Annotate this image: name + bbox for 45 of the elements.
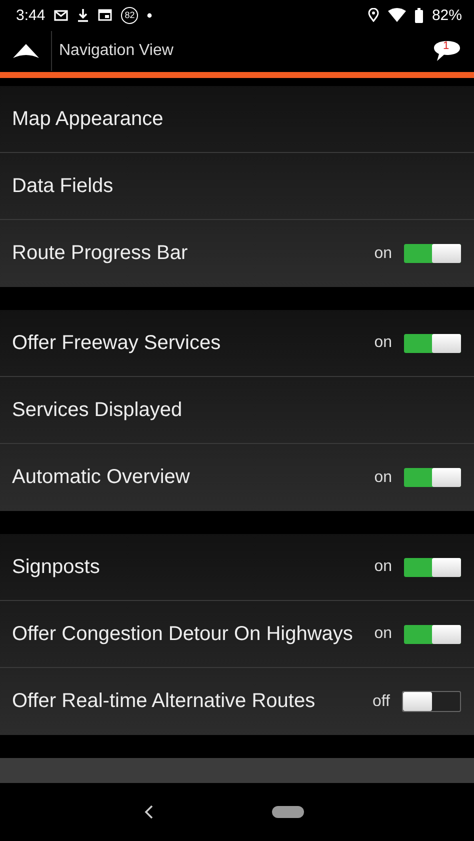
toggle-state-text: on xyxy=(374,334,392,352)
toggle-switch[interactable] xyxy=(404,244,461,263)
status-time: 3:44 xyxy=(16,6,46,24)
toggle-switch[interactable] xyxy=(404,468,461,487)
menu-item[interactable]: Services Displayed xyxy=(0,377,474,444)
setting-label: Offer Real-time Alternative Routes xyxy=(12,690,316,713)
setting-label: Data Fields xyxy=(12,174,114,198)
wifi-icon xyxy=(388,8,406,22)
toggle-row[interactable]: Automatic Overview on xyxy=(0,444,474,511)
home-button[interactable] xyxy=(272,806,304,818)
toggle-state-text: on xyxy=(374,244,392,262)
download-icon xyxy=(77,8,90,22)
toggle-row[interactable]: Route Progress Bar on xyxy=(0,220,474,287)
up-arrow-button[interactable] xyxy=(13,44,39,58)
toggle-state-text: on xyxy=(374,625,392,643)
dot-icon xyxy=(147,12,152,18)
setting-label: Automatic Overview xyxy=(12,466,191,489)
location-icon xyxy=(368,8,379,22)
toggle-switch[interactable] xyxy=(402,691,461,712)
toggle-row[interactable]: Signposts on xyxy=(0,534,474,601)
setting-label: Offer Freeway Services xyxy=(12,332,222,354)
setting-label: Route Progress Bar xyxy=(12,242,189,265)
back-icon[interactable] xyxy=(144,804,154,820)
toggle-row[interactable]: Offer Freeway Services on xyxy=(0,310,474,377)
toggle-row[interactable]: Offer Congestion Detour On Highways on xyxy=(0,601,474,668)
battery-icon xyxy=(414,8,423,22)
message-bubble-button[interactable]: 1 xyxy=(433,40,461,62)
toggle-row[interactable]: Offer Real-time Alternative Routes off xyxy=(0,668,474,735)
setting-label: Map Appearance xyxy=(12,108,164,130)
toggle-state-text: on xyxy=(374,558,392,576)
menu-item[interactable]: Data Fields xyxy=(0,153,474,220)
mail-icon xyxy=(54,10,68,20)
window-icon xyxy=(98,9,112,21)
setting-label: Signposts xyxy=(12,556,101,578)
toggle-switch[interactable] xyxy=(404,334,461,352)
toggle-state-text: off xyxy=(372,692,390,710)
battery-percent: 82% xyxy=(432,6,462,24)
setting-label: Services Displayed xyxy=(12,398,184,422)
notification-count: 82 xyxy=(121,6,138,24)
setting-label: Offer Congestion Detour On Highways xyxy=(12,622,354,646)
toggle-switch[interactable] xyxy=(404,624,461,644)
toggle-switch[interactable] xyxy=(404,558,461,576)
menu-item[interactable]: Map Appearance xyxy=(0,86,474,153)
page-title: Navigation View xyxy=(59,42,174,60)
toggle-state-text: on xyxy=(374,468,392,486)
